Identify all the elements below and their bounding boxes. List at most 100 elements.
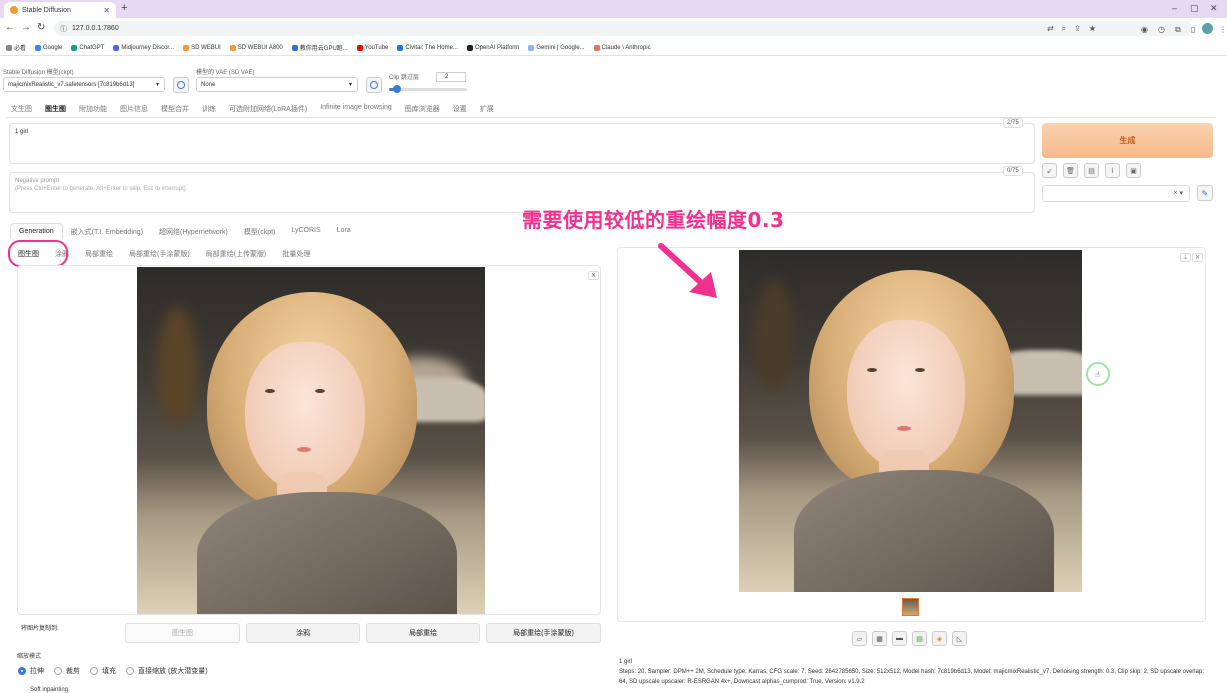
reload-icon[interactable]: ↻ (37, 22, 45, 33)
refresh-vae-button[interactable] (366, 77, 382, 93)
extra-tab[interactable]: Lora (329, 223, 359, 239)
positive-prompt-input[interactable]: 1 girl (9, 123, 1035, 164)
extra-tab[interactable]: LyCORIS (283, 223, 328, 239)
read-params-icon[interactable]: ↙ (1042, 163, 1057, 178)
img2img-subtab[interactable]: 局部重绘 (77, 247, 121, 261)
main-tab[interactable]: 附加功能 (79, 104, 107, 117)
translate-icon[interactable]: ⇄ (1047, 24, 1054, 34)
resize-mode-option[interactable]: 填充 (90, 666, 116, 676)
copy-to-inpaint-button[interactable]: 局部重绘 (366, 623, 480, 643)
styles-select[interactable]: × ▾ (1042, 185, 1190, 202)
sidepanel-icon[interactable]: ▯ (1191, 25, 1195, 34)
minimize-icon[interactable]: – (1172, 3, 1177, 13)
bookmark-item[interactable]: YouTube (356, 44, 389, 51)
send-to-img2img-icon[interactable]: ▤ (912, 631, 927, 646)
bookmark-item[interactable]: Civitai: The Home... (397, 44, 458, 51)
send-to-inpaint-icon[interactable]: ◈ (932, 631, 947, 646)
bookmark-item[interactable]: SD WEBUI A800 (229, 44, 283, 51)
site-info-icon[interactable]: ⓘ (60, 24, 67, 34)
resize-mode-option[interactable]: 直接缩放 (放大潜变量) (126, 666, 208, 676)
zip-icon[interactable]: ▬ (892, 631, 907, 646)
img2img-subtab[interactable]: 局部重绘(上传蒙版) (198, 247, 275, 261)
copy-to-sketch-button[interactable]: 涂鸦 (246, 623, 360, 643)
clip-skip-slider[interactable] (389, 85, 467, 93)
bookmark-item[interactable]: Google (35, 44, 62, 51)
img2img-subtab[interactable]: 局部重绘(手涂蒙版) (121, 247, 198, 261)
maximize-icon[interactable]: ▢ (1190, 3, 1199, 14)
copy-to-inpaint-sketch-button[interactable]: 局部重绘(手涂蒙版) (486, 623, 601, 643)
main-tabs: 文生图 图生图 附加功能 图片信息 模型合并 训练 可选附加网络(LoRA插件) Infini… (6, 104, 1216, 118)
main-tab[interactable]: 设置 (453, 104, 467, 117)
clip-skip-input[interactable]: 2 (436, 72, 466, 82)
soft-inpainting-label: Soft inpainting (30, 687, 69, 693)
clipboard-icon[interactable]: ▤ (1084, 163, 1099, 178)
copy-to-img2img-button[interactable]: 图生图 (125, 623, 240, 643)
paperclip-icon[interactable]: ⌇ (1105, 163, 1120, 178)
bookmark-star-icon[interactable]: ★ (1089, 24, 1096, 34)
radio-circle-icon[interactable] (54, 667, 62, 675)
bookmark-item[interactable]: OpenAI Platform (466, 44, 519, 51)
clear-image-icon[interactable]: ✕ (588, 271, 600, 280)
main-tab[interactable]: Infinite image browsing (320, 104, 392, 117)
bookmark-item[interactable]: SD WEBUI (183, 44, 221, 51)
radio-circle-icon[interactable] (18, 667, 26, 675)
model-select[interactable]: majicmixRealistic_v7.safetensors [7c819b… (3, 77, 165, 92)
img2img-subtab[interactable]: 批量处理 (274, 247, 318, 261)
radio-circle-icon[interactable] (126, 667, 134, 675)
profile-avatar[interactable] (1202, 23, 1213, 34)
main-tab[interactable]: 扩展 (480, 104, 494, 117)
vae-value: None (201, 81, 216, 88)
vae-select[interactable]: None ▾ (196, 77, 358, 92)
main-tab[interactable]: 模型合并 (161, 104, 189, 117)
extension-icon[interactable]: ◉ (1141, 25, 1148, 34)
radio-circle-icon[interactable] (90, 667, 98, 675)
browser-tab[interactable]: Stable Diffusion ✕ (4, 2, 116, 18)
open-folder-icon[interactable]: ▱ (852, 631, 867, 646)
bookmark-item[interactable]: Gemini | Google... (528, 44, 585, 51)
resize-mode-option[interactable]: 拉伸 (18, 666, 44, 676)
history-icon[interactable]: ◷ (1158, 25, 1165, 34)
back-icon[interactable]: ← (5, 22, 15, 33)
box-icon[interactable]: ▣ (1126, 163, 1141, 178)
edit-styles-button[interactable]: ✎ (1197, 185, 1213, 201)
close-window-icon[interactable]: ✕ (1210, 3, 1218, 14)
bookmark-item[interactable]: Claude \ Anthropic (593, 44, 651, 51)
output-image[interactable] (739, 250, 1082, 592)
main-tab[interactable]: 图生图 (45, 104, 66, 117)
close-tab-icon[interactable]: ✕ (103, 6, 110, 15)
resize-mode-option[interactable]: 裁剪 (54, 666, 80, 676)
bookmark-label: YouTube (364, 44, 389, 51)
extra-tab[interactable]: Generation (10, 223, 63, 239)
new-tab-button[interactable]: + (121, 2, 127, 14)
bookmark-item[interactable]: 教你用云GPU跑... (291, 43, 348, 52)
main-tab[interactable]: 图库浏览器 (405, 104, 440, 117)
main-tab[interactable]: 可选附加网络(LoRA插件) (229, 104, 307, 117)
close-preview-icon[interactable]: ✕ (1192, 253, 1204, 262)
extensions-puzzle-icon[interactable]: ⧉ (1175, 25, 1181, 35)
extra-tab[interactable]: 模型(ckpt) (236, 223, 284, 239)
refresh-models-button[interactable] (173, 77, 189, 93)
forward-icon[interactable]: → (21, 22, 31, 33)
trash-icon[interactable]: 🗑 (1063, 163, 1078, 178)
bookmark-item[interactable]: Midjourney Discor... (113, 44, 174, 51)
clear-chevron-icon[interactable]: × ▾ (1173, 189, 1183, 197)
bookmark-item[interactable]: ChatGPT (71, 44, 104, 51)
generate-button[interactable]: 生成 (1042, 123, 1213, 158)
zoom-icon[interactable]: ⌕ (1062, 24, 1066, 34)
main-tab[interactable]: 训练 (202, 104, 216, 117)
hand-cursor-icon: ☝ (1095, 370, 1100, 379)
main-tab[interactable]: 文生图 (11, 104, 32, 117)
output-thumbnail[interactable] (902, 598, 919, 616)
save-icon[interactable]: ▦ (872, 631, 887, 646)
share-icon[interactable]: ⇪ (1074, 24, 1081, 34)
extra-tab[interactable]: 超网络(Hypernetwork) (151, 223, 236, 239)
download-icon[interactable]: ⇣ (1180, 253, 1192, 262)
bookmark-item[interactable]: 必看 (6, 43, 26, 52)
main-tab[interactable]: 图片信息 (120, 104, 148, 117)
refresh-icon (370, 81, 378, 89)
extra-tab[interactable]: 嵌入式(T.I. Embedding) (63, 223, 151, 239)
url-field[interactable]: ⓘ 127.0.0.1:7860 ⇄ ⌕ ⇪ ★ (54, 21, 1192, 36)
send-to-extras-icon[interactable]: ◺ (952, 631, 967, 646)
browser-menu-icon[interactable]: ⋮ (1219, 25, 1227, 34)
clip-skip-slider-handle[interactable] (392, 85, 401, 93)
